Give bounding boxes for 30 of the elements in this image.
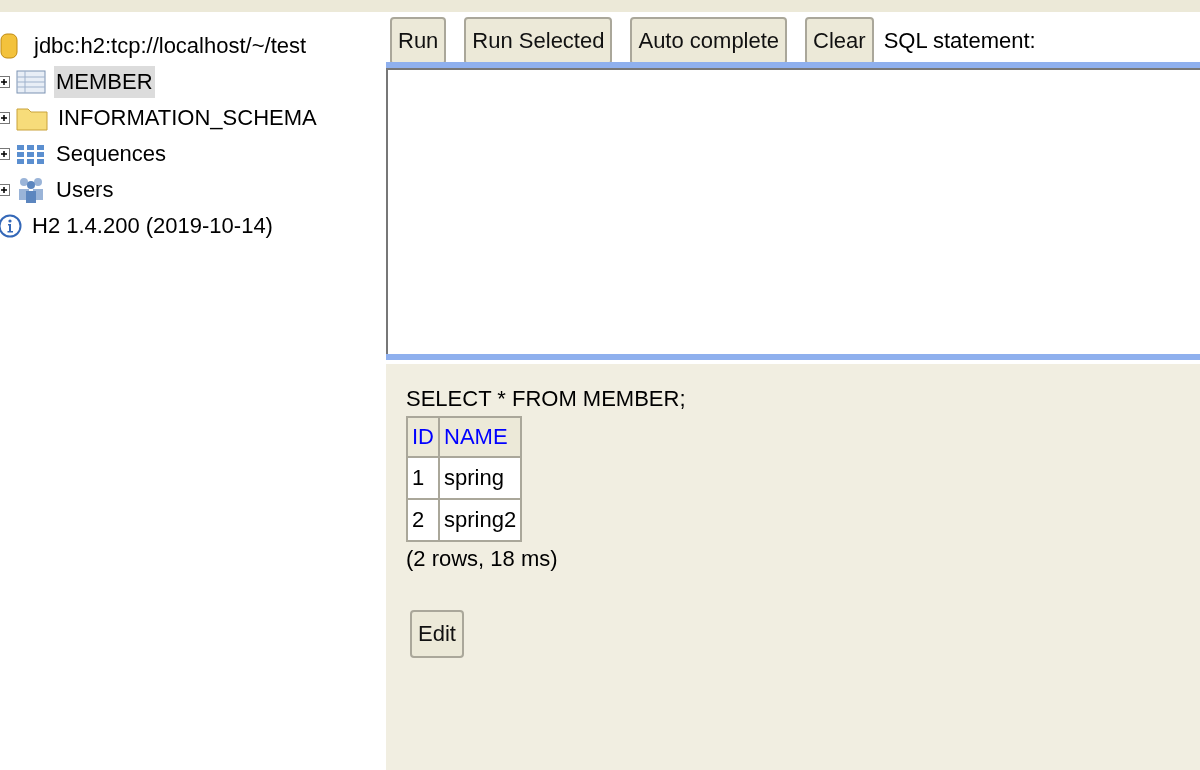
sequence-icon — [16, 143, 46, 165]
sql-statement-label: SQL statement: — [883, 28, 1036, 54]
version-label: H2 1.4.200 (2019-10-14) — [31, 212, 274, 240]
result-summary: (2 rows, 18 ms) — [406, 546, 559, 572]
tree-item[interactable]: Sequences — [54, 138, 169, 170]
users-icon — [16, 176, 46, 204]
toolbar-button[interactable]: Run — [390, 17, 447, 65]
expand-icon[interactable] — [0, 148, 10, 160]
table-icon — [16, 70, 46, 94]
table-cell: spring2 — [439, 499, 522, 541]
toolbar-button[interactable]: Auto complete — [630, 17, 788, 65]
column-header[interactable]: ID — [407, 417, 439, 457]
tree-item[interactable]: Users — [54, 174, 116, 206]
expand-icon[interactable] — [0, 76, 10, 88]
toolbar-button[interactable]: Clear — [805, 17, 874, 65]
table-cell: 1 — [407, 457, 439, 499]
info-icon — [0, 214, 22, 238]
connection-label[interactable]: jdbc:h2:tcp://localhost/~/test — [32, 30, 309, 62]
tree-item[interactable]: INFORMATION_SCHEMA — [56, 102, 319, 134]
expand-icon[interactable] — [0, 184, 10, 196]
expand-icon[interactable] — [0, 112, 10, 124]
tree-item[interactable]: MEMBER — [54, 66, 155, 98]
table-cell: spring — [439, 457, 522, 499]
edit-button[interactable]: Edit — [410, 610, 464, 658]
table-cell: 2 — [407, 499, 439, 541]
folder-icon — [16, 105, 48, 131]
toolbar-button[interactable]: Run Selected — [464, 17, 613, 65]
database-icon — [0, 33, 18, 59]
result-statement: SELECT * FROM MEMBER; — [406, 386, 687, 412]
column-header[interactable]: NAME — [439, 417, 522, 457]
